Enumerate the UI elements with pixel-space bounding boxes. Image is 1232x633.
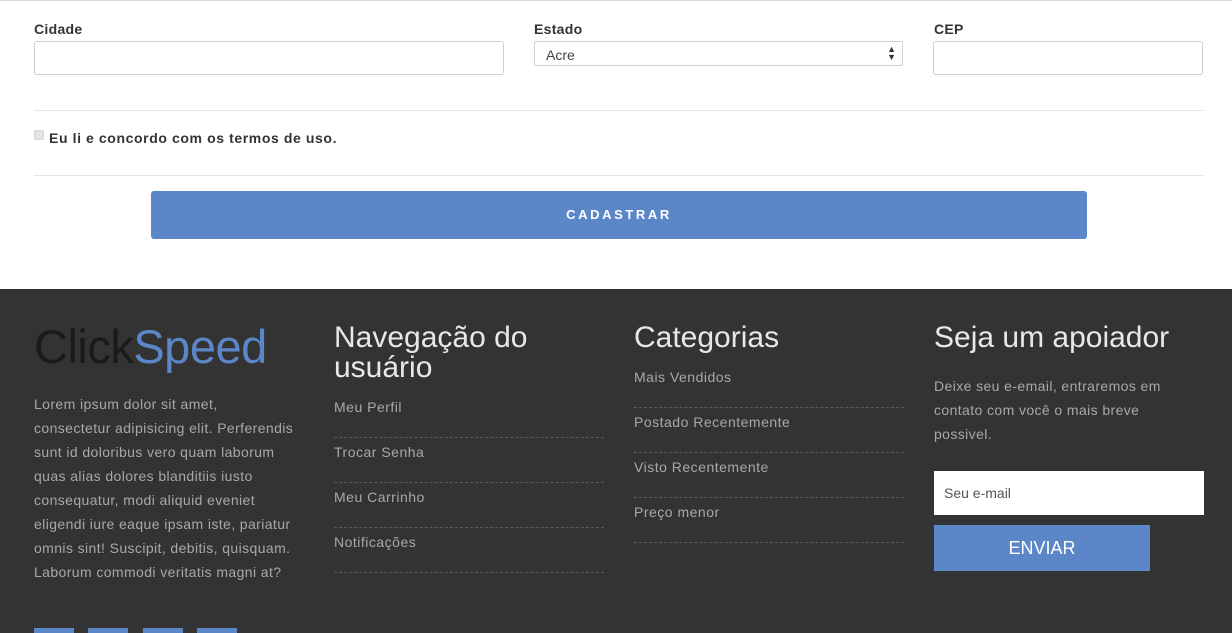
category-recently-viewed[interactable]: Visto Recentemente	[634, 453, 904, 498]
nav-item-cart[interactable]: Meu Carrinho	[334, 483, 604, 528]
logo-part-2: Speed	[133, 320, 267, 373]
form-divider	[34, 175, 1204, 176]
social-button-2[interactable]	[88, 628, 128, 633]
send-button[interactable]: ENVIAR	[934, 525, 1150, 571]
newsletter-email-input[interactable]	[934, 471, 1204, 515]
select-arrows-icon: ▲ ▼	[887, 44, 896, 62]
category-lowest-price[interactable]: Preço menor	[634, 498, 904, 543]
state-select[interactable]: Acre ▲ ▼	[534, 41, 903, 66]
city-input[interactable]	[34, 41, 504, 75]
footer: ClickSpeed Lorem ipsum dolor sit amet, c…	[0, 289, 1232, 633]
social-button-4[interactable]	[197, 628, 237, 633]
cep-label: CEP	[934, 21, 964, 37]
social-button-1[interactable]	[34, 628, 74, 633]
nav-list: Meu Perfil Trocar Senha Meu Carrinho Not…	[334, 399, 604, 573]
nav-item-profile[interactable]: Meu Perfil	[334, 399, 604, 438]
categories-title: Categorias	[634, 321, 780, 354]
categories-list: Mais Vendidos Postado Recentemente Visto…	[634, 369, 904, 543]
terms-checkbox[interactable]	[34, 130, 44, 140]
state-selected-value: Acre	[546, 47, 575, 63]
form-divider	[34, 110, 1204, 111]
registration-form: Cidade Estado Acre ▲ ▼ CEP Eu li e concor…	[0, 0, 1232, 289]
top-divider	[0, 0, 1232, 2]
state-label: Estado	[534, 21, 583, 37]
logo-part-1: Click	[34, 320, 134, 373]
terms-label: Eu li e concordo com os termos de uso.	[49, 130, 338, 146]
city-label: Cidade	[34, 21, 83, 37]
social-button-3[interactable]	[143, 628, 183, 633]
logo[interactable]: ClickSpeed	[34, 319, 267, 374]
category-best-sellers[interactable]: Mais Vendidos	[634, 369, 904, 408]
cep-input[interactable]	[933, 41, 1203, 75]
register-button[interactable]: CADASTRAR	[151, 191, 1087, 239]
support-title: Seja um apoiador	[934, 321, 1170, 354]
nav-item-change-password[interactable]: Trocar Senha	[334, 438, 604, 483]
about-text: Lorem ipsum dolor sit amet, consectetur …	[34, 396, 294, 580]
support-text: Deixe seu e-email, entraremos em contato…	[934, 378, 1161, 442]
nav-title: Navegação do usuário	[334, 321, 528, 384]
category-recently-posted[interactable]: Postado Recentemente	[634, 408, 904, 453]
nav-item-notifications[interactable]: Notificações	[334, 528, 604, 573]
